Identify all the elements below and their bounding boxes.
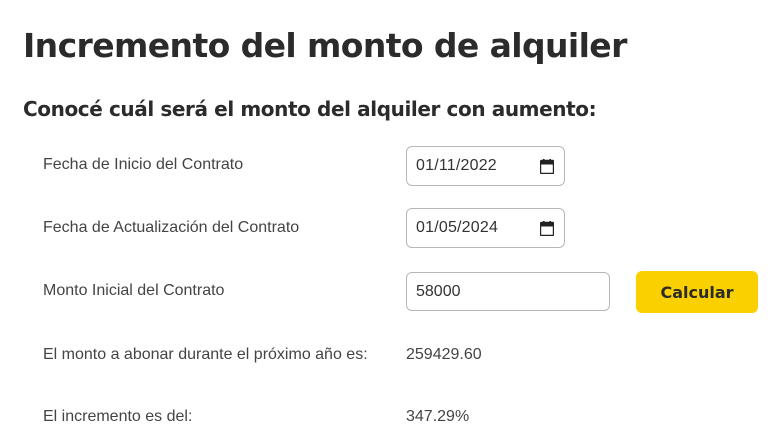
calendar-icon[interactable] (540, 158, 554, 174)
initial-amount-input[interactable]: 58000 (406, 272, 610, 311)
page-title: Incremento del monto de alquiler (23, 26, 627, 65)
increase-label: El incremento es del: (43, 408, 193, 425)
increase-value: 347.29% (406, 408, 470, 425)
update-date-input[interactable]: 01/05/2024 (406, 208, 565, 248)
initial-amount-label: Monto Inicial del Contrato (43, 282, 225, 299)
next-year-amount-value: 259429.60 (406, 346, 482, 363)
calendar-icon[interactable] (540, 220, 554, 236)
page-subtitle: Conocé cuál será el monto del alquiler c… (23, 97, 597, 121)
start-date-input[interactable]: 01/11/2022 (406, 146, 565, 186)
update-date-label: Fecha de Actualización del Contrato (43, 219, 300, 236)
calculate-button[interactable]: Calcular (636, 271, 758, 313)
start-date-label: Fecha de Inicio del Contrato (43, 156, 244, 173)
start-date-value: 01/11/2022 (416, 157, 497, 174)
next-year-amount-label: El monto a abonar durante el próximo año… (43, 346, 368, 363)
initial-amount-value: 58000 (416, 282, 461, 300)
update-date-value: 01/05/2024 (416, 219, 499, 236)
